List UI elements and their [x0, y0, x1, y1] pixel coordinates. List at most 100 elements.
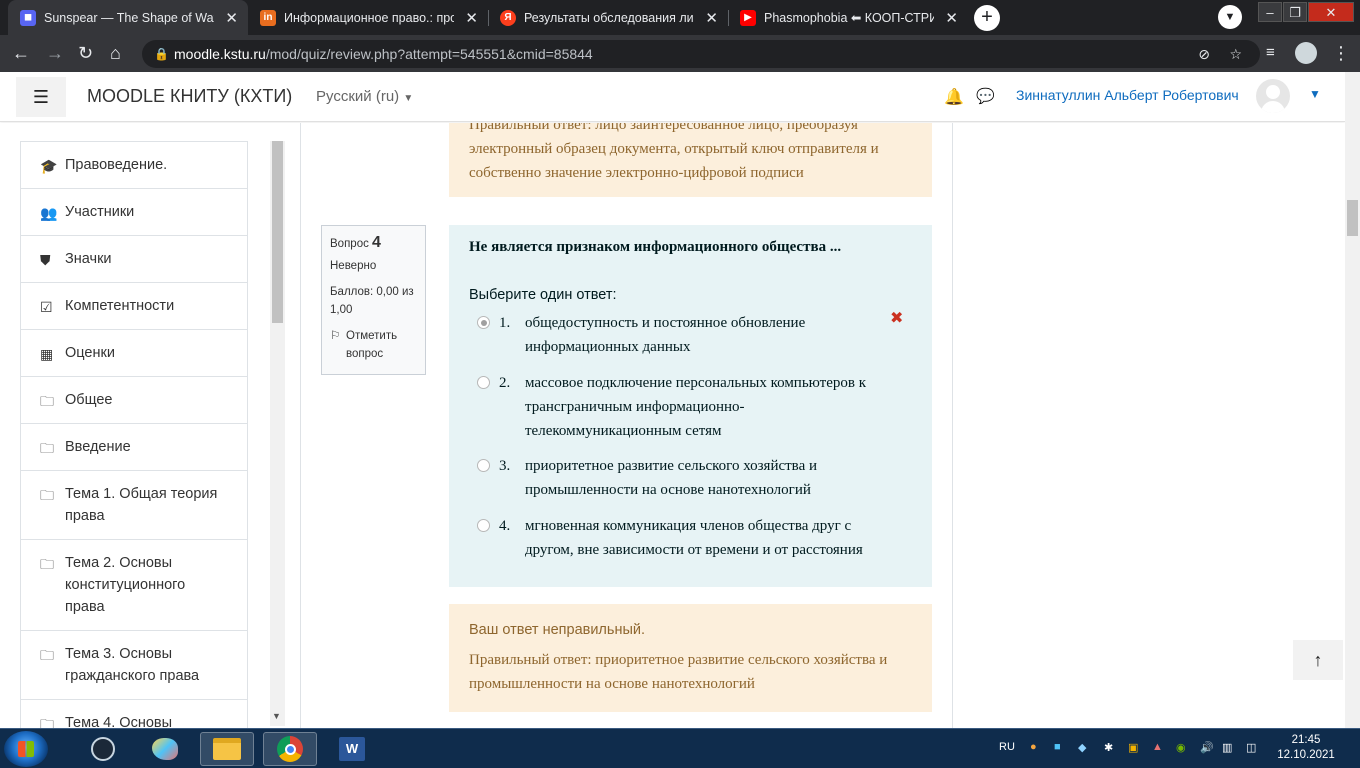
back-icon[interactable]: ←	[12, 43, 30, 63]
bell-icon[interactable]: 🔔	[944, 87, 964, 107]
drawer-item-label: Значки	[65, 251, 112, 267]
drawer-item-label: Оценки	[65, 345, 115, 361]
flag-label: Отметить вопрос	[346, 330, 398, 360]
scroll-down-icon[interactable]: ▼	[272, 711, 281, 721]
drawer-item-label: Тема 2. Основы конституционного права	[65, 555, 186, 615]
tray-app-icon[interactable]: ◫	[1246, 741, 1256, 754]
drawer-item-competencies[interactable]: ☑ Компетентности	[20, 282, 248, 330]
answer-number: 4.	[499, 518, 511, 534]
lock-icon: 🔒	[154, 47, 169, 61]
flag-question-button[interactable]: ⚐ Отметить вопрос	[330, 327, 417, 363]
tray-app-icon[interactable]: ●	[1030, 741, 1037, 753]
chat-icon[interactable]: 💬	[976, 87, 995, 105]
yandex-icon: Я	[500, 9, 516, 26]
folder-icon: 🗀	[40, 393, 54, 409]
star-icon[interactable]: ☆	[1229, 40, 1242, 68]
nvidia-icon[interactable]: ◉	[1176, 741, 1186, 754]
page-scrollbar-thumb[interactable]	[1347, 200, 1358, 236]
browser-tab-2[interactable]: in Информационное право.: прос ✕	[248, 0, 488, 35]
clock[interactable]: 21:45 12.10.2021	[1276, 733, 1336, 763]
previous-question-feedback: Правильный ответ: лицо заинтересованное …	[449, 123, 932, 197]
steam-icon[interactable]	[76, 732, 130, 766]
home-icon[interactable]: ⌂	[110, 43, 121, 63]
eye-off-icon[interactable]: ⊘	[1198, 40, 1210, 68]
radio-button[interactable]	[477, 459, 490, 472]
tray-discord-icon[interactable]: ◆	[1078, 741, 1086, 754]
tray-cloud-icon[interactable]: ■	[1054, 741, 1061, 753]
drawer-item-topic-4[interactable]: 🗀 Тема 4. Основы	[20, 699, 248, 728]
answer-option-1[interactable]: 1. общедоступность и постоянное обновлен…	[477, 311, 897, 359]
user-name[interactable]: Зиннатуллин Альберт Робертович	[1016, 87, 1239, 103]
drawer-item-topic-1[interactable]: 🗀 Тема 1. Общая теория права	[20, 470, 248, 540]
new-tab-button[interactable]: +	[974, 5, 1000, 31]
tab-title: Phasmophobia ⬅ КООП-СТРИМ	[764, 11, 934, 25]
users-icon: 👥	[40, 205, 58, 221]
drawer-item-badges[interactable]: ⛊ Значки	[20, 235, 248, 283]
hamburger-menu-icon[interactable]: ☰	[16, 77, 66, 117]
reload-icon[interactable]: ↻	[78, 43, 93, 63]
right-answer: Правильный ответ: приоритетное развитие …	[469, 652, 888, 692]
browser-tab-4[interactable]: ▶ Phasmophobia ⬅ КООП-СТРИМ ✕	[728, 0, 968, 35]
table-icon: ▦	[40, 346, 54, 362]
radio-button[interactable]	[477, 519, 490, 532]
media-icon[interactable]: ≡	[1266, 43, 1275, 63]
input-language[interactable]: RU	[999, 741, 1015, 753]
question-number: 4	[372, 234, 381, 251]
feedback-line: электронный образец документа, открытый …	[469, 141, 879, 157]
question-text: Не является признаком информационного об…	[469, 239, 842, 255]
answer-text: общедоступность и постоянное обновление …	[525, 315, 806, 355]
close-icon[interactable]: ✕	[945, 9, 958, 27]
radio-button[interactable]	[477, 316, 490, 329]
close-icon[interactable]: ✕	[225, 9, 238, 27]
tab-title: Результаты обследования лица,	[524, 10, 694, 25]
tray-app-icon[interactable]: ▣	[1128, 741, 1138, 754]
tab-title: Информационное право.: прос	[284, 10, 454, 25]
browser-tab-1[interactable]: ◼ Sunspear — The Shape of Wax ✕	[8, 0, 248, 35]
volume-icon[interactable]: 🔊	[1200, 741, 1214, 754]
maximize-button[interactable]: ❐	[1283, 2, 1307, 22]
answer-option-3[interactable]: 3. приоритетное развитие сельского хозяй…	[477, 454, 897, 502]
close-icon[interactable]: ✕	[465, 9, 478, 27]
close-window-button[interactable]: ✕	[1308, 2, 1354, 22]
avatar[interactable]	[1256, 79, 1290, 113]
back-to-top-button[interactable]: ↑	[1293, 640, 1343, 680]
forward-icon[interactable]: →	[46, 43, 64, 63]
drawer-item-intro[interactable]: 🗀 Введение	[20, 423, 248, 471]
answer-option-2[interactable]: 2. массовое подключение персональных ком…	[477, 371, 897, 443]
language-selector[interactable]: Русский (ru) ▼	[316, 88, 413, 105]
drawer-item-topic-3[interactable]: 🗀 Тема 3. Основы гражданского права	[20, 630, 248, 700]
site-brand[interactable]: MOODLE КНИТУ (КХТИ)	[87, 86, 292, 107]
explorer-icon[interactable]	[200, 732, 254, 766]
tray-tool-icon[interactable]: ✱	[1104, 741, 1113, 754]
page-scrollbar[interactable]	[1345, 72, 1360, 728]
drawer-item-general[interactable]: 🗀 Общее	[20, 376, 248, 424]
paint-icon[interactable]	[138, 732, 192, 766]
question-state: Неверно	[330, 260, 377, 272]
flag-icon: ⚐	[330, 330, 341, 342]
folder-icon: 🗀	[40, 556, 54, 572]
drawer-scrollbar-thumb[interactable]	[272, 141, 283, 323]
minimize-button[interactable]: –	[1258, 2, 1282, 22]
radio-button[interactable]	[477, 376, 490, 389]
answer-option-4[interactable]: 4. мгновенная коммуникация членов общест…	[477, 514, 897, 562]
drawer-item-participants[interactable]: 👥 Участники	[20, 188, 248, 236]
word-icon[interactable]: W	[325, 732, 379, 766]
caret-down-icon[interactable]: ▼	[1309, 87, 1321, 101]
network-icon[interactable]: ▥	[1222, 741, 1232, 754]
feedback-line: Правильный ответ: лицо заинтересованное …	[469, 123, 858, 133]
folder-icon: 🗀	[40, 440, 54, 456]
tab-search-icon[interactable]: ▼	[1218, 5, 1242, 29]
start-button[interactable]	[4, 731, 48, 767]
browser-tab-3[interactable]: Я Результаты обследования лица, ✕	[488, 0, 728, 35]
drawer-item-grades[interactable]: ▦ Оценки	[20, 329, 248, 377]
address-bar[interactable]: 🔒 moodle.kstu.ru/mod/quiz/review.php?att…	[142, 40, 1260, 68]
discord-icon: ◼	[20, 9, 36, 26]
chrome-icon[interactable]	[263, 732, 317, 766]
drawer-item-topic-2[interactable]: 🗀 Тема 2. Основы конституционного права	[20, 539, 248, 631]
profile-icon[interactable]	[1295, 42, 1317, 64]
menu-icon[interactable]: ⋮	[1332, 43, 1350, 63]
incorrect-icon: ✖	[890, 310, 904, 327]
tray-app-icon[interactable]: ▲	[1152, 741, 1163, 753]
close-icon[interactable]: ✕	[705, 9, 718, 27]
drawer-item-course[interactable]: 🎓 Правоведение.	[20, 141, 248, 189]
